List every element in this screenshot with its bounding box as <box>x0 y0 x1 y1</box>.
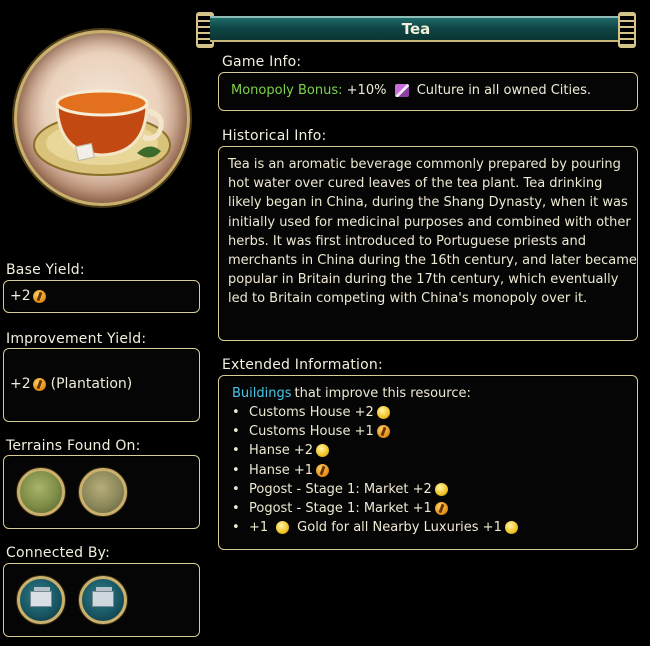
plantation-improvement-icon[interactable] <box>17 576 65 624</box>
terrains-heading: Terrains Found On: <box>6 438 141 454</box>
historical-info-heading: Historical Info: <box>222 128 327 144</box>
production-icon <box>434 502 448 515</box>
improvement-yield-heading: Improvement Yield: <box>6 331 147 347</box>
list-item-text: Customs House +1 <box>249 424 374 440</box>
game-info-heading: Game Info: <box>222 54 302 70</box>
buildings-intro-line: Buildings that improve this resource: <box>232 386 471 401</box>
list-item-text: Customs House +2 <box>249 405 374 420</box>
historical-info-box: Tea is an aromatic beverage commonly pre… <box>218 146 638 341</box>
extended-info-box: Buildings that improve this resource: • C… <box>218 375 638 550</box>
improvement-yield-row: +2 (Plantation) <box>10 376 132 392</box>
monopoly-bonus-text: Culture in all owned Cities. <box>416 83 592 98</box>
monopoly-bonus-line: Monopoly Bonus: +10% Culture in all owne… <box>231 83 591 98</box>
gold-icon <box>434 482 448 496</box>
bullet: • <box>232 481 240 497</box>
tea-resource-portrait-icon <box>14 30 190 206</box>
list-item: • Pogost - Stage 1: Market +1 <box>232 501 448 516</box>
production-icon <box>376 425 390 439</box>
connected-by-heading: Connected By: <box>6 545 111 561</box>
connected-by-box <box>3 563 200 637</box>
base-yield-box: +2 <box>3 280 200 313</box>
bullet: • <box>232 501 240 516</box>
buildings-link[interactable]: Buildings <box>232 386 292 401</box>
nearby-luxuries-text: Gold for all Nearby Luxuries +1 <box>297 520 502 535</box>
plains-terrain-icon[interactable] <box>79 468 127 516</box>
bullet: • <box>232 462 240 478</box>
production-icon <box>32 289 46 303</box>
extended-info-heading: Extended Information: <box>222 357 383 373</box>
list-item-text: Hanse +2 <box>249 443 314 459</box>
improvement-yield-box: +2 (Plantation) <box>3 348 200 422</box>
gold-icon <box>504 521 518 534</box>
gold-icon <box>316 444 330 458</box>
trade-improvement-icon[interactable] <box>79 576 127 624</box>
bullet: • <box>232 520 240 535</box>
monopoly-bonus-value: +10% <box>346 83 387 98</box>
gold-icon <box>376 406 390 419</box>
base-yield-row: +2 <box>10 288 46 304</box>
gold-icon <box>276 521 290 534</box>
list-item-text: Hanse +1 <box>249 462 314 478</box>
resource-title: Tea <box>401 20 431 38</box>
improvement-yield-note: (Plantation) <box>50 376 133 392</box>
production-icon <box>316 463 330 477</box>
game-info-box: Monopoly Bonus: +10% Culture in all owne… <box>218 72 638 111</box>
bullet: • <box>232 405 240 420</box>
list-item-text: Pogost - Stage 1: Market +2 <box>249 481 432 497</box>
title-banner: Tea <box>196 12 636 48</box>
production-icon <box>32 377 46 391</box>
list-item: • Pogost - Stage 1: Market +2 <box>232 482 448 497</box>
list-item-text: Pogost - Stage 1: Market +1 <box>249 501 432 516</box>
nearby-luxuries-prefix: +1 <box>249 520 269 535</box>
buildings-intro-text: that improve this resource: <box>294 386 471 401</box>
bullet: • <box>232 443 240 459</box>
list-item: • Customs House +1 <box>232 424 390 439</box>
culture-icon <box>394 84 409 97</box>
grassland-terrain-icon[interactable] <box>17 468 65 516</box>
list-item: • Hanse +1 <box>232 462 330 478</box>
bullet: • <box>232 424 240 440</box>
list-item: • Customs House +2 <box>232 405 390 420</box>
improvement-yield-value: +2 <box>10 376 31 392</box>
base-yield-value: +2 <box>10 288 31 304</box>
terrains-box <box>3 455 200 529</box>
historical-info-text: Tea is an aromatic beverage commonly pre… <box>228 157 637 307</box>
list-item-nearby-luxuries: • +1 Gold for all Nearby Luxuries +1 <box>232 520 518 535</box>
monopoly-bonus-label: Monopoly Bonus: <box>231 83 343 98</box>
list-item: • Hanse +2 <box>232 443 330 459</box>
base-yield-heading: Base Yield: <box>6 262 85 278</box>
